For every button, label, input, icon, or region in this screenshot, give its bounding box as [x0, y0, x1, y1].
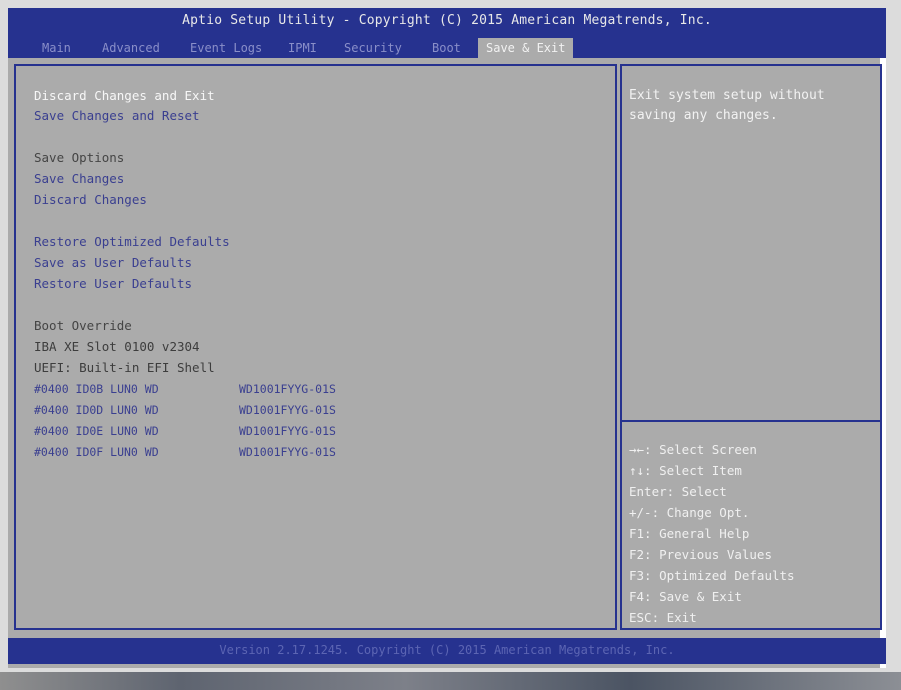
tab-boot[interactable]: Boot [430, 38, 463, 58]
boot-option-uefi-shell[interactable]: UEFI: Built-in EFI Shell [34, 360, 215, 376]
boot-option-id0b-model: WD1001FYYG-01S [239, 382, 336, 396]
boot-option-iba-xe[interactable]: IBA XE Slot 0100 v2304 [34, 339, 200, 355]
utility-title: Aptio Setup Utility - Copyright (C) 2015… [182, 13, 712, 28]
boot-option-id0d-model: WD1001FYYG-01S [239, 403, 336, 417]
boot-override-heading: Boot Override [34, 318, 132, 333]
menu-save-changes[interactable]: Save Changes [34, 171, 124, 187]
menu-save-as-user-defaults[interactable]: Save as User Defaults [34, 255, 192, 271]
version-text: Version 2.17.1245. Copyright (C) 2015 Am… [219, 643, 675, 657]
key-esc: ESC: Exit [629, 610, 697, 625]
boot-option-id0f-model: WD1001FYYG-01S [239, 445, 336, 459]
tab-security[interactable]: Security [342, 38, 404, 58]
boot-option-id0e[interactable]: #0400 ID0E LUN0 WD [34, 423, 159, 439]
monitor-bezel [0, 672, 901, 690]
key-f2: F2: Previous Values [629, 547, 772, 562]
tab-advanced[interactable]: Advanced [100, 38, 162, 58]
save-options-heading: Save Options [34, 150, 125, 165]
menu-discard-changes-and-exit[interactable]: Discard Changes and Exit [34, 88, 215, 104]
help-description: Exit system setup without saving any cha… [629, 88, 825, 123]
tab-ipmi[interactable]: IPMI [286, 38, 319, 58]
key-f1: F1: General Help [629, 526, 750, 541]
key-select-item: ↑↓: Select Item [629, 463, 742, 478]
boot-option-id0f[interactable]: #0400 ID0F LUN0 WD [34, 444, 159, 460]
key-f4: F4: Save & Exit [629, 589, 742, 604]
menu-save-changes-and-reset[interactable]: Save Changes and Reset [34, 108, 200, 124]
tab-main[interactable]: Main [40, 38, 73, 58]
boot-option-id0e-model: WD1001FYYG-01S [239, 424, 336, 438]
boot-option-id0d[interactable]: #0400 ID0D LUN0 WD [34, 402, 159, 418]
boot-option-id0b[interactable]: #0400 ID0B LUN0 WD [34, 381, 159, 397]
tab-save-exit[interactable]: Save & Exit [478, 38, 574, 58]
footer-bar: Version 2.17.1245. Copyright (C) 2015 Am… [8, 638, 886, 664]
help-panel: Exit system setup without saving any cha… [620, 64, 882, 630]
help-divider [622, 420, 880, 422]
menu-restore-user-defaults[interactable]: Restore User Defaults [34, 276, 192, 292]
title-bar: Aptio Setup Utility - Copyright (C) 2015… [8, 8, 886, 58]
key-enter: Enter: Select [629, 484, 727, 499]
menu-discard-changes[interactable]: Discard Changes [34, 192, 147, 208]
bios-screen: Aptio Setup Utility - Copyright (C) 2015… [8, 8, 886, 668]
tab-event-logs[interactable]: Event Logs [188, 38, 264, 58]
menu-panel: Discard Changes and Exit Save Changes an… [14, 64, 617, 630]
key-select-screen: →←: Select Screen [629, 442, 757, 457]
key-change-opt: +/-: Change Opt. [629, 505, 750, 520]
menu-restore-optimized-defaults[interactable]: Restore Optimized Defaults [34, 234, 230, 250]
key-f3: F3: Optimized Defaults [629, 568, 795, 583]
